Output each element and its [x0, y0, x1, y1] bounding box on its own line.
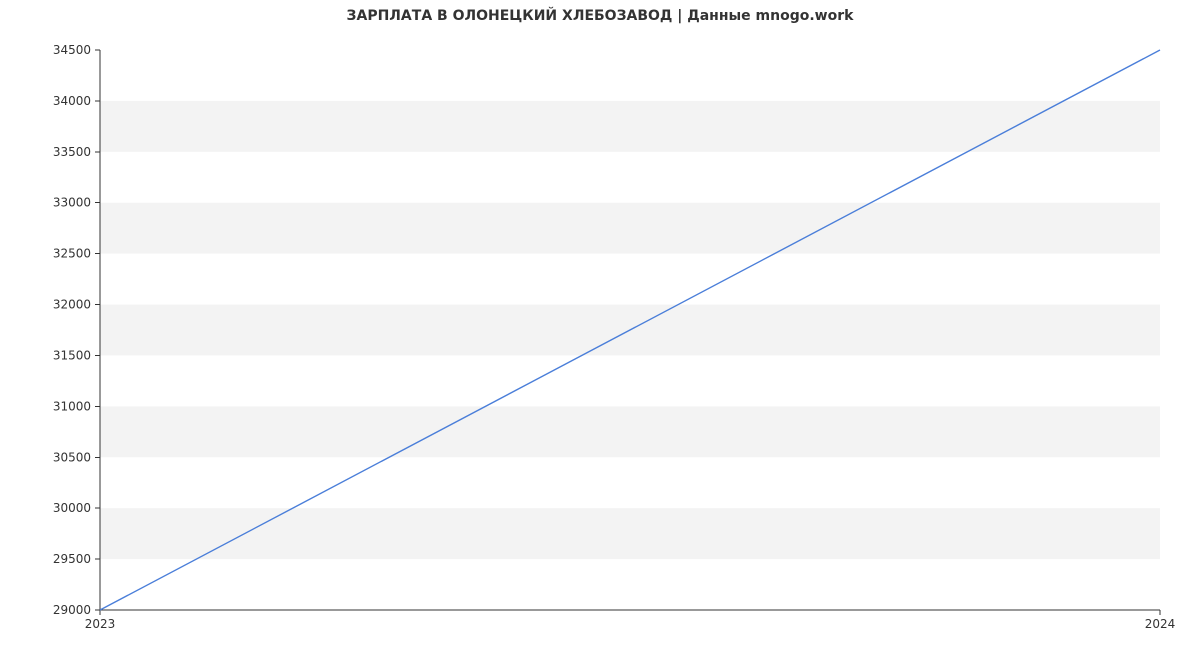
y-tick-label: 33000: [53, 196, 91, 210]
grid-band: [100, 406, 1160, 457]
chart-plot: 29000 29500 30000 30500 31000 31500 32000 32500…: [0, 0, 1200, 650]
y-tick-label: 29000: [53, 603, 91, 617]
y-tick-label: 31500: [53, 348, 91, 362]
y-tick-label: 30000: [53, 501, 91, 515]
grid-band: [100, 101, 1160, 152]
grid-band: [100, 508, 1160, 559]
y-tick-label: 34500: [53, 43, 91, 57]
y-tick-label: 33500: [53, 145, 91, 159]
grid-band: [100, 203, 1160, 254]
y-tick-label: 34000: [53, 94, 91, 108]
x-tick-label: 2024: [1145, 617, 1176, 631]
y-tick-label: 30500: [53, 450, 91, 464]
y-tick-label: 32500: [53, 247, 91, 261]
y-tick-label: 31000: [53, 399, 91, 413]
y-tick-label: 29500: [53, 552, 91, 566]
x-tick-label: 2023: [85, 617, 116, 631]
y-tick-label: 32000: [53, 298, 91, 312]
chart-container: ЗАРПЛАТА В ОЛОНЕЦКИЙ ХЛЕБОЗАВОД | Данные…: [0, 0, 1200, 650]
